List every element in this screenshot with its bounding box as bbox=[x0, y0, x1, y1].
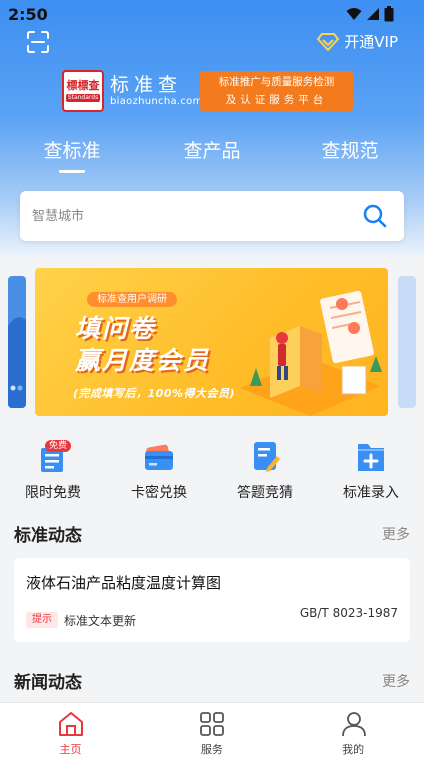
quick-menu: 免费 限时免费 卡密兑换 答题竞猜 标准录入 bbox=[0, 430, 424, 510]
search-tabs: 查标准 查产品 查规范 bbox=[0, 136, 424, 174]
banner-illustration bbox=[240, 290, 382, 416]
tab-standards[interactable]: 查标准 bbox=[22, 136, 122, 173]
signal-icon bbox=[367, 8, 379, 20]
quick-label-free: 限时免费 bbox=[25, 485, 81, 501]
wifi-icon bbox=[346, 8, 362, 20]
brand-name: 标准查 bbox=[110, 74, 183, 96]
quick-label-quiz: 答题竞猜 bbox=[237, 485, 293, 501]
nav-home[interactable]: 主页 bbox=[0, 703, 141, 758]
status-bar: 2:50 bbox=[0, 0, 424, 28]
bottom-nav: 主页 服务 我的 bbox=[0, 702, 424, 758]
quick-item-free[interactable]: 免费 限时免费 bbox=[0, 430, 106, 510]
status-icons bbox=[346, 6, 394, 22]
standard-code: GB/T 8023-1987 bbox=[299, 606, 398, 620]
logo-mini-text: Standards bbox=[65, 94, 101, 102]
free-badge: 免费 bbox=[45, 440, 72, 452]
tab-specifications[interactable]: 查规范 bbox=[300, 136, 400, 163]
news-section-header: 新闻动态 更多 bbox=[14, 668, 410, 693]
survey-banner[interactable]: 标准查用户调研 填问卷 赢月度会员 (完成填写后，100%得大会员) bbox=[35, 268, 388, 416]
search-input[interactable] bbox=[32, 205, 352, 227]
search-box bbox=[20, 191, 404, 241]
battery-icon bbox=[384, 6, 394, 22]
banner-next-preview[interactable] bbox=[398, 276, 416, 408]
nav-services-label: 服务 bbox=[200, 743, 223, 756]
nav-services[interactable]: 服务 bbox=[141, 703, 282, 758]
banner-prev-preview[interactable] bbox=[8, 276, 26, 408]
standard-title: 液体石油产品粘度温度计算图 bbox=[26, 574, 222, 592]
brand-text: 标准查 biaozhuncha.com bbox=[110, 74, 203, 108]
nav-mine[interactable]: 我的 bbox=[283, 703, 424, 758]
banner-tag: 标准查用户调研 bbox=[87, 292, 177, 307]
standard-tag: 提示 bbox=[26, 612, 58, 628]
standards-section-header: 标准动态 更多 bbox=[14, 521, 410, 546]
quick-item-card-redeem[interactable]: 卡密兑换 bbox=[106, 430, 212, 510]
quick-label-card-redeem: 卡密兑换 bbox=[131, 485, 187, 501]
standard-update-type: 标准文本更新 bbox=[64, 614, 137, 628]
card-icon bbox=[145, 444, 173, 470]
news-more-link[interactable]: 更多 bbox=[382, 671, 410, 691]
nav-home-label: 主页 bbox=[59, 743, 82, 756]
slogan-line-2: 及认证服务平台 bbox=[225, 94, 328, 106]
user-icon bbox=[341, 712, 366, 737]
grid-icon bbox=[200, 712, 225, 736]
standards-more-link[interactable]: 更多 bbox=[382, 524, 410, 544]
standards-section-title: 标准动态 bbox=[14, 526, 82, 546]
banner-title-line-1: 填问卷 bbox=[75, 314, 157, 343]
banner-carousel[interactable]: 标准查用户调研 填问卷 赢月度会员 (完成填写后，100%得大会员) bbox=[0, 268, 424, 416]
brand-slogan: 标准推广与质量服务检测 及认证服务平台 bbox=[200, 71, 353, 111]
diamond-icon bbox=[317, 32, 340, 51]
brand-logo: 標標查 Standards bbox=[62, 70, 104, 112]
home-icon bbox=[59, 712, 83, 736]
search-icon[interactable] bbox=[362, 203, 388, 229]
standard-update-card[interactable]: 液体石油产品粘度温度计算图 提示 标准文本更新 GB/T 8023-1987 bbox=[14, 558, 410, 642]
folder-add-icon bbox=[358, 444, 384, 471]
top-toolbar: 开通VIP bbox=[0, 28, 424, 58]
scan-icon[interactable] bbox=[26, 30, 50, 54]
banner-subtitle: (完成填写后，100%得大会员) bbox=[73, 387, 236, 400]
tab-products[interactable]: 查产品 bbox=[162, 136, 262, 163]
slogan-line-1: 标准推广与质量服务检测 bbox=[218, 76, 335, 88]
logo-seal-text: 標標查 bbox=[66, 79, 100, 92]
quick-item-standard-entry[interactable]: 标准录入 bbox=[318, 430, 424, 510]
quiz-edit-icon bbox=[254, 442, 280, 472]
vip-label: 开通VIP bbox=[344, 33, 398, 51]
quick-item-quiz[interactable]: 答题竞猜 bbox=[212, 430, 318, 510]
vip-button[interactable]: 开通VIP bbox=[317, 31, 398, 52]
status-time: 2:50 bbox=[8, 5, 48, 24]
brand-banner: 標標查 Standards 标准查 biaozhuncha.com 标准推广与质… bbox=[62, 70, 353, 112]
nav-mine-label: 我的 bbox=[342, 743, 365, 756]
brand-domain: biaozhuncha.com bbox=[110, 96, 203, 107]
banner-title-line-2: 赢月度会员 bbox=[75, 346, 211, 375]
quick-label-standard-entry: 标准录入 bbox=[343, 485, 399, 501]
news-section-title: 新闻动态 bbox=[14, 673, 82, 693]
